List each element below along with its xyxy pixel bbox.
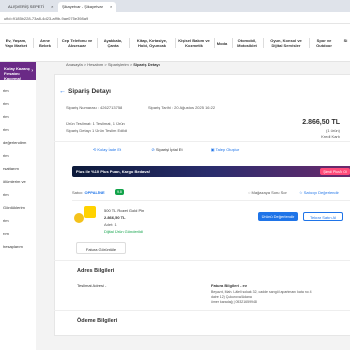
delivery-detail: Sipariş Detayı 1 Ürün Teslim Edildi [66,128,128,133]
category-item[interactable]: Ayakkabı, Çanta [100,38,126,48]
divider [129,38,130,48]
divider [33,38,34,48]
arrow-left-icon[interactable]: ← [59,88,66,95]
divider [57,38,58,48]
category-navbar: Ev, Yaşam, Yapı Market Anne Bebek Cep Te… [0,24,350,62]
main-content: Anasayfa > Hesabım > Siparişlerim > Sipa… [36,62,350,350]
sidebar-item[interactable]: rim [3,114,9,119]
order-total: 2.866,50 TL [302,119,340,126]
chevron-right-icon: › [31,68,33,74]
sidebar-item[interactable]: rim [3,153,9,158]
order-total-sub: (1 ürün) [325,128,340,133]
divider [54,260,350,261]
star-icon: ☆ [299,190,303,195]
sidebar-item[interactable]: ölümlerim ve [3,179,26,184]
seller-info: Satıcı: OPPALİNE [72,190,105,195]
return-icon: ⟲ [92,147,97,152]
question-icon: ◌ [248,190,251,195]
browser-tab-strip: ALIŞVERİŞ SEPETİ × Şikayetvar - Şikayetv… [0,0,350,12]
cancel-icon: ⊘ [151,147,155,152]
sidebar-item[interactable]: rim [3,127,9,132]
address-bar[interactable]: ufid=9185b228-73a8-4d23-af9b-9ae075e398a… [0,12,350,24]
product-thumbnail[interactable] [84,206,96,218]
divider [309,38,310,48]
sidebar-item[interactable]: rim [3,101,9,106]
sidebar-item[interactable]: Gördüklerim [3,205,25,210]
divider [72,200,350,201]
product-price: 2.866,50 TL [104,215,126,220]
billing-address-line: ömer karadağ | 05321659948 [211,300,257,304]
sidebar-item[interactable]: rsattarım [3,166,19,171]
order-detail-card [54,74,350,336]
promo-banner[interactable]: Kolay Kazanç Fırsatını Kaçırma! › [0,62,36,81]
breadcrumb-link[interactable]: Anasayfa [66,62,83,67]
category-item[interactable]: Otomobil, Motosiklet [234,38,260,48]
page-title: Sipariş Detayı [68,88,111,95]
category-item[interactable]: Oyun, Konsol ve Dijital Servisler [266,38,306,48]
breadcrumb-current: Sipariş Detayı [133,62,160,67]
buy-again-button[interactable]: Tekrar Satın Al [303,212,343,221]
rate-seller-link[interactable]: ☆ Satıcıyı Değerlendir [299,190,339,195]
category-item[interactable]: Spor ve Outdoor [311,38,337,48]
easy-return-button[interactable]: ⟲ Kolay İade Et [84,147,130,156]
seller-name-link[interactable]: OPPALİNE [84,190,104,195]
close-icon[interactable]: × [110,4,112,9]
seller-score-badge: 9.8 [115,189,124,195]
address-section-title: Adres Bilgileri [77,268,115,274]
payment-method: Kredi Kartı [321,134,340,139]
divider [97,38,98,48]
breadcrumb-link[interactable]: Hesabım [87,62,103,67]
cancel-order-button[interactable]: ⊘ Siparişi İptal Et [139,147,195,156]
plus-join-button[interactable]: Şimdi Plus'lı Ol [320,168,350,175]
sidebar-item[interactable]: rim [3,192,9,197]
sidebar-item[interactable]: hesaplarım [3,244,23,249]
product-image[interactable] [74,213,84,223]
category-item[interactable]: Ev, Yaşam, Yapı Market [2,38,30,48]
account-sidebar: Kolay Kazanç Fırsatını Kaçırma! › rim ri… [0,62,36,350]
product-quantity: Adet: 1 [104,222,117,227]
payment-section-title: Ödeme Bilgileri [77,318,118,324]
category-item[interactable]: Anne Bebek [36,38,54,48]
category-item[interactable]: Cep Telefonu ve Aksesuar [60,38,94,48]
divider [54,310,350,311]
tab-title: ALIŞVERİŞ SEPETİ [8,4,45,9]
sidebar-item[interactable]: rım [3,231,9,236]
sidebar-item[interactable]: rim [3,88,9,93]
billing-address-label: Fatura Bilgileri - ev [211,283,248,288]
divider [175,38,176,48]
create-request-button[interactable]: ▣ Talep Oluştur [202,147,248,156]
divider [263,38,264,48]
breadcrumb: Anasayfa > Hesabım > Siparişlerim > Sipa… [66,62,160,67]
order-date: Sipariş Tarihi : 20 Ağustos 2025 16:22 [148,105,216,110]
category-item[interactable]: Kitap, Kırtasiye, Hobi, Oyuncak [132,38,172,48]
product-status: Dijital Ürün Gönderildi [104,229,143,234]
product-name[interactable]: 500 TL Rozet Gold Pin [104,208,144,213]
billing-address-line: Beyazıt, Mah. Lâleli sokak 32, cadde sar… [211,290,312,294]
url-text: ufid=9185b228-73a8-4d23-af9b-9ae075e398a… [4,16,89,21]
close-icon[interactable]: × [51,4,53,9]
browser-tab-active[interactable]: Şikayetvar - Şikayetvar × [58,2,117,12]
divider [232,38,233,48]
tab-title: Şikayetvar - Şikayetvar [62,4,103,9]
ask-store-link[interactable]: ◌ Mağazaya Soru Sor [248,190,287,195]
breadcrumb-link[interactable]: Siparişlerim [108,62,129,67]
billing-address-line: daire 12) Çukurova/Adana [211,295,252,299]
sidebar-item[interactable]: rim [3,218,9,223]
plus-banner: Plus ile %10 Plus Puan, Kargo Bedava! Şi… [72,166,350,177]
browser-tab[interactable]: ALIŞVERİŞ SEPETİ × [4,2,57,12]
rate-product-button[interactable]: Ürünü Değerlendir [258,212,298,221]
divider [54,141,350,142]
order-number: Sipariş Numarası : 4262713758 [66,105,123,110]
delivery-status: Ürün Teslimat: 1 Teslimat, 1 Ürün [66,121,125,126]
sidebar-item[interactable]: değerlendirm [3,140,26,145]
delivery-address-label: Teslimat Adresi - [77,283,107,288]
category-item[interactable]: Si [341,38,350,43]
view-invoice-button[interactable]: Fatura Görüntüle [76,242,126,254]
category-item[interactable]: Moda [215,41,229,46]
promo-text: Kolay Kazanç Fırsatını Kaçırma! [4,66,31,81]
ticket-icon: ▣ [210,147,215,152]
plus-banner-text: Plus ile %10 Plus Puan, Kargo Bedava! [76,169,151,174]
category-item[interactable]: Kişisel Bakım ve Kozmetik [177,38,211,48]
